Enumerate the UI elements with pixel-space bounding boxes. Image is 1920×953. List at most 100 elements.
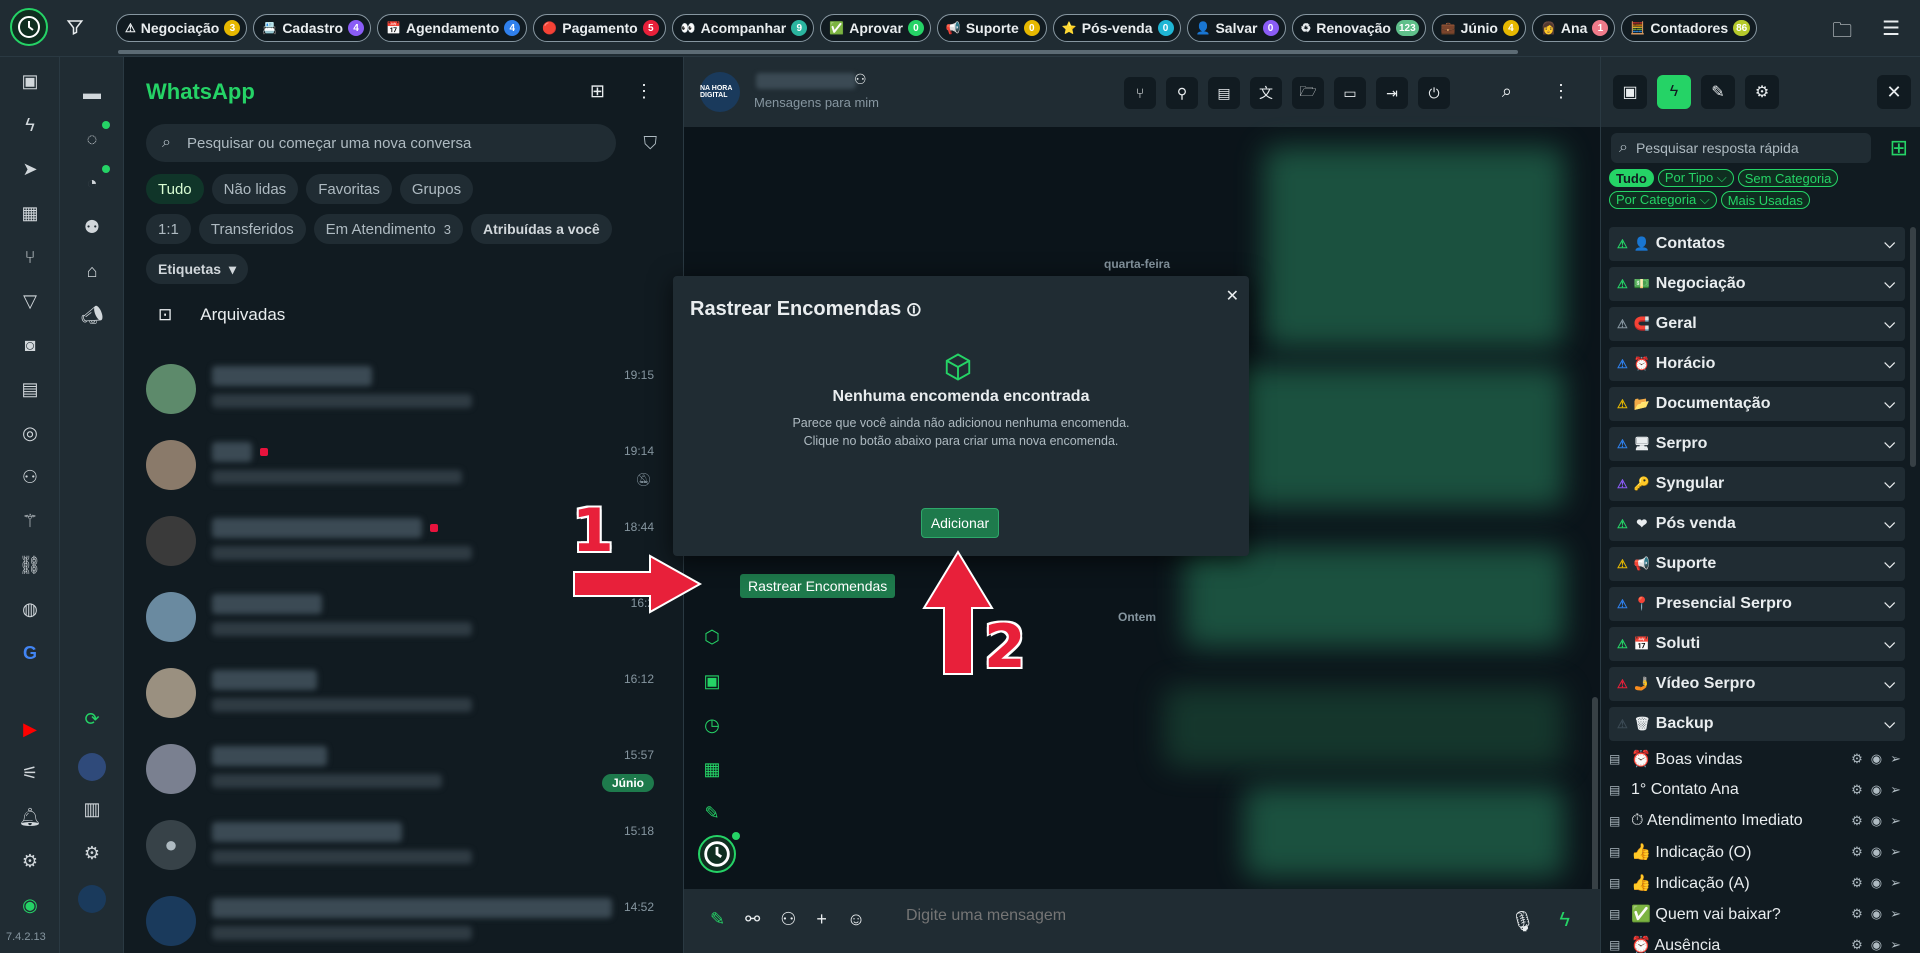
quick-reply-item[interactable]: ▤ 👍 Indicação (O) ⚙ ◉ ➢ <box>1609 838 1905 866</box>
contact-name-blurred[interactable] <box>756 73 856 89</box>
ai-icon[interactable]: ⚙ <box>1851 844 1863 860</box>
quick-category[interactable]: ⚠ 📢 Suporte ⌵ <box>1609 547 1905 581</box>
chat-list-item[interactable]: 16:12 <box>124 656 684 732</box>
quick-category[interactable]: ⚠ ❤ Pós venda ⌵ <box>1609 507 1905 541</box>
quick-category[interactable]: ⚠ 🧲 Geral ⌵ <box>1609 307 1905 341</box>
ai-icon[interactable]: ⚙ <box>1851 782 1863 798</box>
quick-filter-chip[interactable]: Por Tipo ⌵ <box>1657 169 1734 187</box>
settings-gear-icon[interactable]: ⚙ <box>18 849 42 873</box>
quick-reply-item[interactable]: ▤ ⏱ Atendimento Imediato ⚙ ◉ ➢ <box>1609 807 1905 835</box>
package-icon[interactable]: ⬡ <box>698 627 726 651</box>
calendar-tool-icon[interactable]: ▦ <box>698 759 726 783</box>
send-icon[interactable]: ➢ <box>1890 782 1901 798</box>
app-logo-clock-icon[interactable] <box>10 8 48 46</box>
lightning-tab-icon[interactable]: ϟ <box>1657 75 1691 109</box>
new-chat-icon[interactable]: ⊞ <box>590 81 605 102</box>
more-options-icon[interactable]: ⋮ <box>635 81 653 102</box>
ai-icon[interactable]: ⚙ <box>1851 906 1863 922</box>
quick-category[interactable]: ⚠ 📍 Presencial Serpro ⌵ <box>1609 587 1905 621</box>
chat-list-item[interactable]: 15:57 Júnio <box>124 732 684 808</box>
network-icon[interactable]: ⚇ <box>18 465 42 489</box>
preview-eye-icon[interactable]: ◉ <box>1871 782 1882 798</box>
google-icon[interactable]: G <box>18 641 42 665</box>
store-icon[interactable]: ⌂ <box>80 259 104 283</box>
calendar-icon[interactable]: ▦ <box>18 201 42 225</box>
folder-tool-icon[interactable]: 🗁︎ <box>1292 77 1324 109</box>
filter-chip[interactable]: Favoritas <box>306 174 392 204</box>
library-icon[interactable]: ▥ <box>80 797 104 821</box>
quick-category[interactable]: ⚠ 🖥 Serpro ⌵ <box>1609 427 1905 461</box>
chat-list-item[interactable]: 19:15 <box>124 352 684 428</box>
chat-search-icon[interactable]: ◍ <box>18 597 42 621</box>
schedule-icon[interactable]: ◷ <box>698 715 726 739</box>
quick-reply-item[interactable]: ▤ 👍 Indicação (A) ⚙ ◉ ➢ <box>1609 869 1905 897</box>
quick-reply-item[interactable]: ▤ ⏰ Boas vindas ⚙ ◉ ➢ <box>1609 745 1905 773</box>
tag-aprovar[interactable]: ✅ Aprovar 0 <box>820 14 931 42</box>
preview-eye-icon[interactable]: ◉ <box>1871 751 1882 767</box>
tag-agendamento[interactable]: 📅 Agendamento 4 <box>377 14 528 42</box>
send-icon[interactable]: ➢ <box>1890 844 1901 860</box>
lightning-icon[interactable]: ϟ <box>18 113 42 137</box>
quick-reply-item[interactable]: ▤ ⏰ Ausência ⚙ ◉ ➢ <box>1609 931 1905 953</box>
quick-category[interactable]: ⚠ 🤳 Vídeo Serpro ⌵ <box>1609 667 1905 701</box>
tag-renova-o[interactable]: ♻ Renovação 123 <box>1291 14 1426 42</box>
modal-close-icon[interactable]: ✕ <box>1226 286 1239 306</box>
contact-add-icon[interactable]: ⚇ <box>780 909 796 930</box>
quick-category[interactable]: ⚠ 🗑 Backup ⌵ <box>1609 707 1905 741</box>
quick-filter-chip[interactable]: Sem Categoria <box>1737 169 1839 187</box>
quick-panel-scrollbar[interactable] <box>1910 227 1916 467</box>
ai-icon[interactable]: ⚙ <box>1851 937 1863 953</box>
message-tool-icon[interactable]: ▤ <box>1208 77 1240 109</box>
quick-send-lightning-icon[interactable]: ϟ <box>1559 909 1570 934</box>
chats-icon[interactable]: ▬ <box>80 81 104 105</box>
settings-tab-icon[interactable]: ⚙ <box>1745 75 1779 109</box>
webhook-icon[interactable]: ⚚ <box>18 509 42 533</box>
add-package-button[interactable]: Adicionar <box>921 508 999 538</box>
conversation-menu-icon[interactable]: ⋮ <box>1552 81 1570 102</box>
tag-j-nio[interactable]: 💼 Júnio 4 <box>1431 14 1526 42</box>
send-icon[interactable]: ➤ <box>18 157 42 181</box>
quick-filter-chip[interactable]: Por Categoria ⌵ <box>1609 191 1717 209</box>
send-icon[interactable]: ➢ <box>1890 751 1901 767</box>
filter-chip[interactable]: Grupos <box>399 174 474 204</box>
ai-icon[interactable]: ⚙ <box>1851 751 1863 767</box>
refresh-icon[interactable]: ⟳ <box>80 707 104 731</box>
bot-icon[interactable]: ◙ <box>18 333 42 357</box>
menu-icon[interactable]: ☰ <box>1882 16 1900 50</box>
transfer-tool-icon[interactable]: ⇥ <box>1376 77 1408 109</box>
profile-avatar[interactable] <box>78 885 106 913</box>
clipboard-icon[interactable]: ✎ <box>698 803 726 827</box>
filter-chip[interactable]: Não lidas <box>211 174 299 204</box>
quick-category[interactable]: ⚠ 📅 Soluti ⌵ <box>1609 627 1905 661</box>
chat-list-item[interactable]: ● 15:18 <box>124 808 684 884</box>
status-icon[interactable]: ◌ <box>80 127 104 151</box>
translate-tool-icon[interactable]: 文 <box>1250 77 1282 109</box>
send-icon[interactable]: ➢ <box>1890 813 1901 829</box>
link-icon[interactable]: ⛓ <box>18 553 42 577</box>
tag-suporte[interactable]: 📢 Suporte 0 <box>936 14 1047 42</box>
channels-icon[interactable]: ◔ <box>80 171 104 195</box>
sticker-icon[interactable]: ☺ <box>847 909 865 930</box>
etiquetas-dropdown[interactable]: Etiquetas ▾ <box>146 254 249 284</box>
ai-icon[interactable]: ⚙ <box>1851 813 1863 829</box>
filter-chip[interactable]: 1:1 <box>146 214 191 244</box>
pin-tool-icon[interactable]: ⚲ <box>1166 77 1198 109</box>
quick-category[interactable]: ⚠ 💵 Negociação ⌵ <box>1609 267 1905 301</box>
folder-add-icon[interactable]: 🗀 <box>1832 16 1852 50</box>
filter-icon[interactable] <box>66 18 84 41</box>
sliders-icon[interactable]: ⚟ <box>18 761 42 785</box>
close-chat-tool-icon[interactable]: ⏻ <box>1418 77 1450 109</box>
quick-reply-item[interactable]: ▤ ✅ Quem vai baixar? ⚙ ◉ ➢ <box>1609 900 1905 928</box>
send-icon[interactable]: ➢ <box>1890 875 1901 891</box>
filter-chip[interactable]: Transferidos <box>198 214 306 244</box>
filter-chip[interactable]: Atribuídas a você <box>470 214 612 244</box>
grid-add-icon[interactable]: ⊞ <box>1890 135 1908 161</box>
quick-filter-chip[interactable]: Tudo <box>1609 169 1654 187</box>
funnel-icon[interactable]: ▽ <box>18 289 42 313</box>
tag-cadastro[interactable]: 📇 Cadastro 4 <box>253 14 371 42</box>
notes-tab-icon[interactable]: ✎ <box>1701 75 1735 109</box>
chat-list-item[interactable]: 19:14 🔕︎ <box>124 428 684 504</box>
send-icon[interactable]: ➢ <box>1890 906 1901 922</box>
send-icon[interactable]: ➢ <box>1890 937 1901 953</box>
settings-icon[interactable]: ⚙ <box>80 841 104 865</box>
